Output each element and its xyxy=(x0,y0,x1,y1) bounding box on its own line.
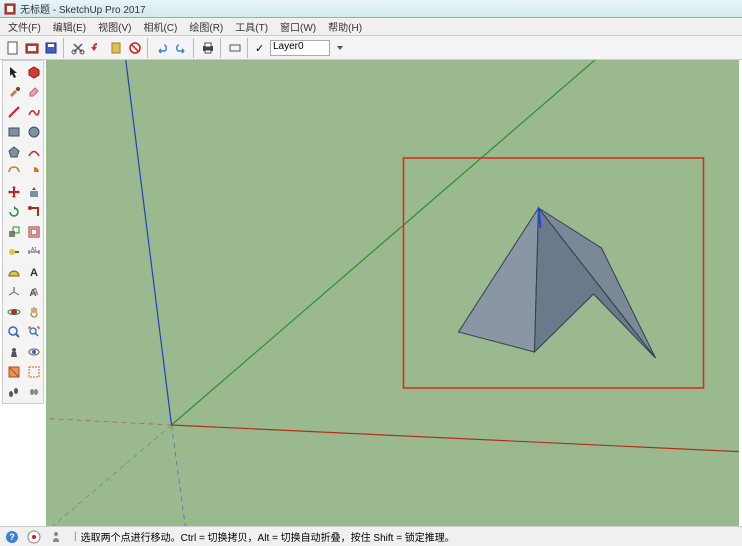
section-icon[interactable] xyxy=(5,363,23,381)
left-toolbox: A1 A AA xyxy=(2,60,44,404)
look-around-icon[interactable] xyxy=(25,343,43,361)
menu-tools[interactable]: 工具(T) xyxy=(229,17,274,36)
move-icon[interactable] xyxy=(5,183,23,201)
text-icon[interactable]: A xyxy=(25,263,43,281)
3dtext-icon[interactable]: AA xyxy=(25,283,43,301)
model-info-icon[interactable] xyxy=(23,39,41,57)
walk-icon[interactable] xyxy=(5,383,23,401)
menu-view[interactable]: 视图(V) xyxy=(92,17,137,36)
svg-text:A: A xyxy=(31,287,38,298)
section-display-icon[interactable] xyxy=(25,363,43,381)
scale-icon[interactable] xyxy=(5,223,23,241)
freehand-icon[interactable] xyxy=(25,103,43,121)
status-hint: 选取两个点进行移动。 xyxy=(81,529,181,544)
copy-icon[interactable] xyxy=(88,39,106,57)
layer-visible-check[interactable]: ✓ xyxy=(255,42,267,54)
pan-icon[interactable] xyxy=(25,303,43,321)
3d-scene xyxy=(46,60,739,526)
menu-edit[interactable]: 编辑(E) xyxy=(47,17,92,36)
save-icon[interactable] xyxy=(42,39,60,57)
new-file-icon[interactable] xyxy=(4,39,22,57)
paste-icon[interactable] xyxy=(107,39,125,57)
rectangle-icon[interactable] xyxy=(5,123,23,141)
app-icon xyxy=(4,3,16,15)
menu-bar: 文件(F) 编辑(E) 视图(V) 相机(C) 绘图(R) 工具(T) 窗口(W… xyxy=(0,18,742,36)
redo-icon[interactable] xyxy=(172,39,190,57)
menu-camera[interactable]: 相机(C) xyxy=(137,17,183,36)
paint-icon[interactable] xyxy=(5,83,23,101)
rect-icon[interactable] xyxy=(226,39,244,57)
help-icon[interactable]: ? xyxy=(4,529,20,545)
eraser-icon[interactable] xyxy=(25,83,43,101)
dimension-icon[interactable]: A1 xyxy=(25,243,43,261)
undo-icon[interactable] xyxy=(153,39,171,57)
tape-icon[interactable] xyxy=(5,243,23,261)
offset-icon[interactable] xyxy=(25,223,43,241)
svg-text:A: A xyxy=(30,267,38,279)
polygon-icon[interactable] xyxy=(5,143,23,161)
print-icon[interactable] xyxy=(199,39,217,57)
pushpull-icon[interactable] xyxy=(25,183,43,201)
separator xyxy=(220,38,223,58)
menu-draw[interactable]: 绘图(R) xyxy=(183,17,229,36)
delete-icon[interactable] xyxy=(126,39,144,57)
status-modifiers: Ctrl = 切换拷贝，Alt = 切换自动折叠，按住 Shift = 锁定推理… xyxy=(181,529,455,544)
geo-icon[interactable] xyxy=(26,529,42,545)
svg-text:A1: A1 xyxy=(31,247,37,253)
status-bar: ? | 选取两个点进行移动。 Ctrl = 切换拷贝，Alt = 切换自动折叠，… xyxy=(0,526,742,546)
separator xyxy=(247,38,250,58)
arc2-icon[interactable] xyxy=(5,163,23,181)
menu-file[interactable]: 文件(F) xyxy=(2,17,47,36)
axes-icon[interactable] xyxy=(5,283,23,301)
zoom-extents-icon[interactable] xyxy=(25,323,43,341)
menu-window[interactable]: 窗口(W) xyxy=(274,17,322,36)
line-icon[interactable] xyxy=(5,103,23,121)
walk2-icon[interactable] xyxy=(25,383,43,401)
window-title: 无标题 - SketchUp Pro 2017 xyxy=(20,1,146,16)
rotate-icon[interactable] xyxy=(5,203,23,221)
layer-dropdown-arrow-icon[interactable] xyxy=(331,39,349,57)
zoom-icon[interactable] xyxy=(5,323,23,341)
followme-icon[interactable] xyxy=(25,203,43,221)
position-camera-icon[interactable] xyxy=(5,343,23,361)
component-icon[interactable] xyxy=(25,63,43,81)
select-icon[interactable] xyxy=(5,63,23,81)
svg-text:?: ? xyxy=(9,532,15,542)
menu-help[interactable]: 帮助(H) xyxy=(322,17,368,36)
layer-dropdown[interactable]: Layer0 xyxy=(270,40,330,56)
separator xyxy=(193,38,196,58)
cut-icon[interactable] xyxy=(69,39,87,57)
viewport[interactable] xyxy=(46,60,739,526)
protractor-icon[interactable] xyxy=(5,263,23,281)
top-toolbar: ✓ Layer0 xyxy=(0,36,742,60)
person-icon[interactable] xyxy=(48,529,64,545)
separator xyxy=(63,38,66,58)
separator: | xyxy=(74,531,77,542)
pie-icon[interactable] xyxy=(25,163,43,181)
orbit-icon[interactable] xyxy=(5,303,23,321)
title-bar: 无标题 - SketchUp Pro 2017 xyxy=(0,0,742,18)
separator xyxy=(147,38,150,58)
arc-icon[interactable] xyxy=(25,143,43,161)
circle-icon[interactable] xyxy=(25,123,43,141)
